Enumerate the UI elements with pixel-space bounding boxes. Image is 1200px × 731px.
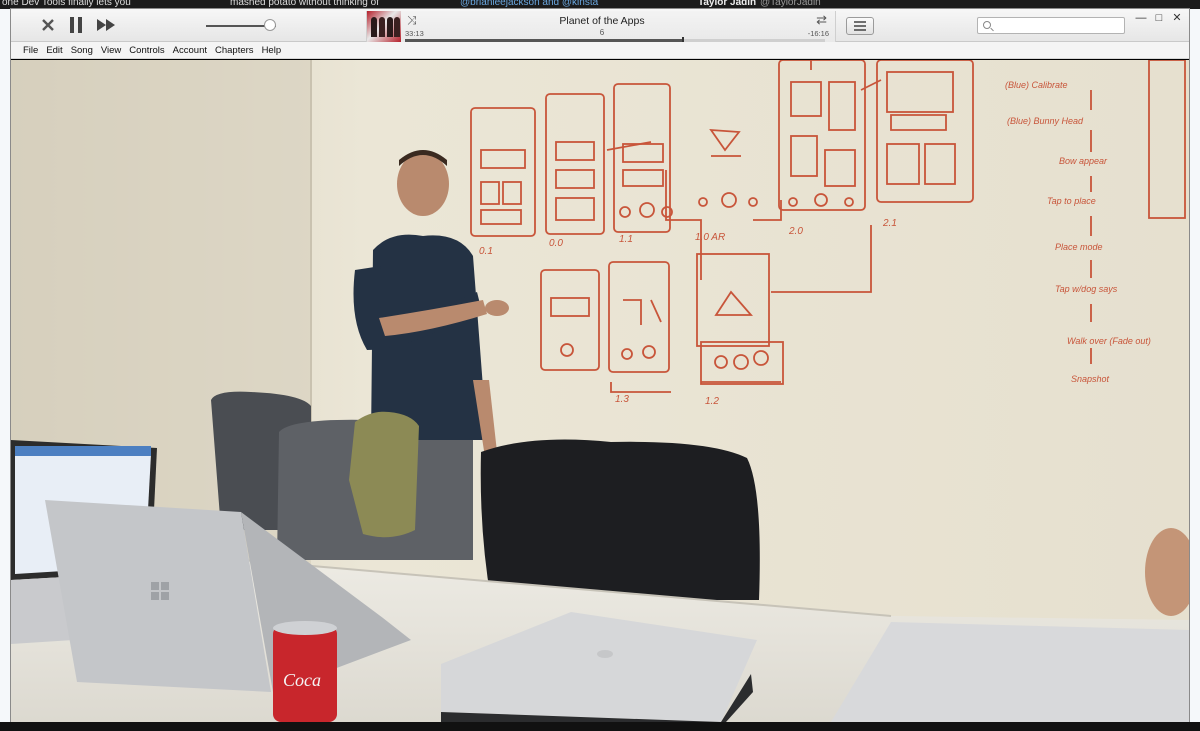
close-button[interactable]: ✕ <box>1168 11 1186 25</box>
screen-label: 2.1 <box>882 218 897 229</box>
background-page-right <box>1190 0 1200 731</box>
x-stop-icon <box>42 19 54 31</box>
background-text: Taylor Jadin <box>698 0 757 8</box>
maximize-button[interactable]: □ <box>1150 11 1168 25</box>
flow-note: Snapshot <box>1071 374 1110 384</box>
flow-note: Tap to place <box>1047 196 1096 206</box>
background-text: mashed potato without thinking of <box>230 0 379 8</box>
menu-account[interactable]: Account <box>169 45 211 56</box>
menu-chapters[interactable]: Chapters <box>211 45 258 56</box>
minimize-button[interactable]: — <box>1132 11 1150 25</box>
screen-label: 0.1 <box>479 246 493 257</box>
soda-can: Coca <box>273 621 337 722</box>
remaining-time: -16:16 <box>807 29 829 38</box>
video-frame[interactable]: 0.1 0.0 1.1 1.0 AR 2.0 2.1 1.3 1.2 (Blue… <box>11 60 1189 722</box>
menu-edit[interactable]: Edit <box>42 45 66 56</box>
screen-label: 1.3 <box>615 394 629 405</box>
background-text: @brianleejackson and @kinsta <box>460 0 599 8</box>
screen-label: 1.2 <box>705 396 719 407</box>
towel <box>349 411 419 538</box>
menu-help[interactable]: Help <box>258 45 286 56</box>
episode-number: 6 <box>599 28 605 37</box>
menu-controls[interactable]: Controls <box>125 45 168 56</box>
screen: mashed potato without thinking of @brian… <box>0 0 1200 731</box>
track-title: Planet of the Apps <box>559 15 645 27</box>
flow-note: Tap w/dog says <box>1055 284 1118 294</box>
list-icon <box>854 21 866 31</box>
background-text: one Dev Tools finally lets you <box>2 0 131 8</box>
macbook-right <box>831 622 1189 722</box>
screen-label: 0.0 <box>549 238 563 249</box>
pause-button[interactable] <box>67 16 85 34</box>
search-icon <box>983 21 991 29</box>
svg-text:Coca: Coca <box>283 670 321 690</box>
flow-note: Bow appear <box>1059 156 1108 166</box>
screen-label: 2.0 <box>788 226 803 237</box>
menu-song[interactable]: Song <box>67 45 97 56</box>
background-page-bottom <box>0 722 1200 731</box>
search-field[interactable] <box>977 17 1125 34</box>
stop-button[interactable] <box>39 16 57 34</box>
flow-note: (Blue) Bunny Head <box>1007 116 1084 126</box>
menu-bar: File Edit Song View Controls Account Cha… <box>11 42 1189 59</box>
elapsed-time: 33:13 <box>405 29 424 38</box>
player-toolbar: ⤨ ⇄ Planet of the Apps 6 33:13 -16:16 — … <box>11 9 1189 44</box>
flow-note: (Blue) Calibrate <box>1005 80 1068 90</box>
fast-forward-icon <box>97 19 115 31</box>
flow-note: Walk over (Fade out) <box>1067 336 1151 346</box>
now-playing-display: ⤨ ⇄ Planet of the Apps 6 33:13 -16:16 <box>366 11 836 44</box>
pause-icon <box>70 17 82 33</box>
background-page-left <box>0 0 10 731</box>
menu-view[interactable]: View <box>97 45 125 56</box>
search-input[interactable] <box>994 19 1122 32</box>
flow-note: Place mode <box>1055 242 1103 252</box>
jacket-on-chair <box>480 439 760 600</box>
screen-label: 1.0 AR <box>695 232 725 243</box>
video-scene: 0.1 0.0 1.1 1.0 AR 2.0 2.1 1.3 1.2 (Blue… <box>11 60 1189 722</box>
menu-file[interactable]: File <box>19 45 42 56</box>
background-text: @TaylorJadin <box>760 0 821 8</box>
volume-knob[interactable] <box>264 19 277 31</box>
itunes-window: ⤨ ⇄ Planet of the Apps 6 33:13 -16:16 — … <box>10 8 1190 722</box>
up-next-button[interactable] <box>846 17 874 35</box>
screen-label: 1.1 <box>619 234 633 245</box>
next-button[interactable] <box>95 16 117 34</box>
